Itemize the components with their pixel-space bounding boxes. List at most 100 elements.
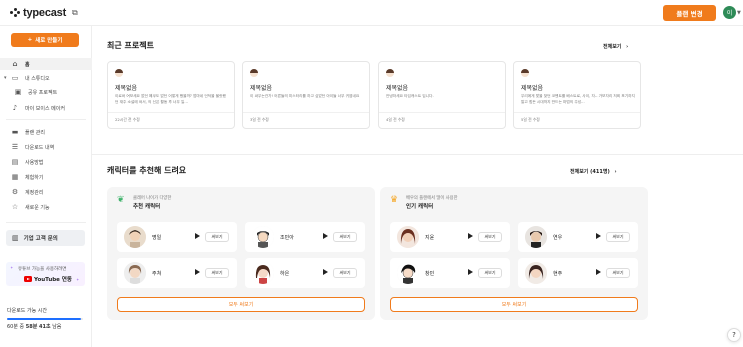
chevron-down-icon[interactable]: ▼ bbox=[737, 10, 741, 16]
character-card[interactable]: 현주 써보기 bbox=[518, 258, 638, 288]
character-avatar bbox=[252, 226, 274, 248]
caret-down-icon[interactable]: ▾ bbox=[4, 75, 7, 81]
play-icon[interactable] bbox=[596, 233, 601, 239]
character-name: 주쳐 bbox=[152, 271, 162, 277]
play-icon[interactable] bbox=[195, 233, 200, 239]
plus-icon: + bbox=[27, 37, 33, 43]
sidebar-item-trial[interactable]: ▦ 체험하기 bbox=[0, 171, 92, 183]
leaf-icon: ❦ bbox=[117, 195, 125, 205]
character-card[interactable]: 명일 써보기 bbox=[117, 222, 237, 252]
project-desc: 이 싸우는건가! 어른들의 미스터리를 하고 싶었던 아이들 너무 귀엽네요 bbox=[250, 94, 360, 98]
divider bbox=[6, 222, 86, 223]
play-icon[interactable] bbox=[596, 269, 601, 275]
sidebar-item-account[interactable]: ⚙ 계정관리 bbox=[0, 186, 92, 198]
recommend-see-all-link[interactable]: 전체보기 (411명) › bbox=[570, 168, 617, 175]
sidebar-item-voice-maker[interactable]: ♪ 마이 보이스 메이커 bbox=[0, 102, 92, 114]
project-time: 4일 전 수정 bbox=[386, 117, 405, 122]
sidebar-item-guide[interactable]: ▤ 사용방법 bbox=[0, 156, 92, 168]
popular-characters-panel: ♛ 배우의 플랜에서 많이 사용한 인기 캐릭터 지윤 써보기 연우 써보기 창… bbox=[380, 187, 648, 320]
character-card[interactable]: 주쳐 써보기 bbox=[117, 258, 237, 288]
play-icon[interactable] bbox=[195, 269, 200, 275]
character-name: 연우 bbox=[553, 235, 563, 241]
sidebar-item-label: 플랜 관리 bbox=[25, 129, 45, 136]
try-all-button[interactable]: 모두 써보기 bbox=[390, 297, 638, 312]
folder-icon: ▭ bbox=[11, 74, 19, 82]
sidebar-item-plan[interactable]: ▬ 플랜 관리 bbox=[0, 126, 92, 138]
sidebar-item-label: 체험하기 bbox=[25, 174, 44, 181]
building-icon: ▥ bbox=[12, 234, 19, 242]
sidebar-item-label: 사용방법 bbox=[25, 159, 44, 166]
preview-button[interactable]: 써보기 bbox=[478, 232, 502, 242]
avatar[interactable]: 이 bbox=[723, 6, 736, 19]
preview-button[interactable]: 써보기 bbox=[205, 232, 229, 242]
sidebar-item-my-studio[interactable]: ▾ ▭ 내 스튜디오 bbox=[0, 72, 92, 84]
preview-button[interactable]: 써보기 bbox=[606, 232, 630, 242]
help-button[interactable]: ? bbox=[727, 328, 741, 342]
sidebar-item-label: 홈 bbox=[25, 61, 30, 68]
youtube-banner-text: 유튜브 가능을 사용하려면 bbox=[18, 267, 67, 272]
youtube-banner[interactable]: ✦ ✦ 유튜브 가능을 사용하려면 YouTube 연동 bbox=[6, 262, 85, 286]
play-icon[interactable] bbox=[468, 269, 473, 275]
business-inquiry-button[interactable]: ▥ 기업 고객 문의 bbox=[6, 230, 85, 246]
project-card[interactable]: 제목없음 이 싸우는건가! 어른들의 미스터리를 하고 싶었던 아이들 너무 귀… bbox=[242, 61, 370, 129]
sidebar-item-label: 공유 프로젝트 bbox=[28, 89, 58, 96]
project-avatar bbox=[115, 69, 123, 77]
external-link-icon[interactable]: ⧉ bbox=[72, 8, 78, 18]
chevron-right-icon: › bbox=[614, 169, 617, 175]
preview-button[interactable]: 써보기 bbox=[606, 268, 630, 278]
sidebar-item-home[interactable]: ⌂ 홈 bbox=[0, 58, 92, 70]
character-avatar bbox=[525, 226, 547, 248]
recent-see-all-link[interactable]: 전체보기 › bbox=[603, 43, 628, 50]
preview-button[interactable]: 써보기 bbox=[205, 268, 229, 278]
sidebar-item-label: 내 스튜디오 bbox=[25, 75, 50, 82]
sparkle-icon: ✦ bbox=[76, 277, 80, 282]
sidebar-item-label: 새로운 기능 bbox=[25, 204, 50, 211]
project-title: 제목없음 bbox=[250, 85, 273, 92]
brand-name: typecast bbox=[23, 7, 67, 19]
sparkle-icon: ✦ bbox=[10, 265, 14, 270]
character-name: 현주 bbox=[553, 271, 563, 277]
project-card[interactable]: 제목없음 우리에게 맞을 찾던 코멘트를 베스트로, 사이, 자-- 가보자리 … bbox=[513, 61, 641, 129]
character-card[interactable]: 하은 써보기 bbox=[245, 258, 365, 288]
character-card[interactable]: 창민 써보기 bbox=[390, 258, 510, 288]
guide-icon: ▤ bbox=[11, 158, 19, 166]
character-card[interactable]: 연우 써보기 bbox=[518, 222, 638, 252]
sidebar-item-new-features[interactable]: ☆ 새로운 기능 bbox=[0, 201, 92, 213]
preview-button[interactable]: 써보기 bbox=[333, 268, 357, 278]
preview-button[interactable]: 써보기 bbox=[478, 268, 502, 278]
home-icon: ⌂ bbox=[12, 60, 18, 68]
youtube-connect-text: YouTube 연동 bbox=[34, 277, 72, 283]
play-icon[interactable] bbox=[323, 233, 328, 239]
project-title: 제목없음 bbox=[115, 85, 138, 92]
remaining-value: 58분 41초 bbox=[25, 324, 51, 330]
divider bbox=[6, 119, 86, 120]
character-card[interactable]: 조민아 써보기 bbox=[245, 222, 365, 252]
see-all-label: 전체보기 (411명) bbox=[570, 169, 610, 175]
project-card[interactable]: 제목없음 안녕하세요 타입캐스트 입니다. 4일 전 수정 bbox=[378, 61, 506, 129]
panel-title: 인기 캐릭터 bbox=[406, 204, 434, 210]
sidebar-item-shared-projects[interactable]: ▣ 공유 프로젝트 bbox=[0, 86, 92, 98]
project-avatar bbox=[521, 69, 529, 77]
character-card[interactable]: 지윤 써보기 bbox=[390, 222, 510, 252]
star-icon: ☆ bbox=[11, 203, 19, 211]
upgrade-plan-button[interactable]: 플랜 변경 bbox=[663, 5, 716, 21]
character-avatar bbox=[124, 226, 146, 248]
business-inquiry-label: 기업 고객 문의 bbox=[23, 236, 58, 242]
character-avatar bbox=[525, 262, 547, 284]
play-icon[interactable] bbox=[468, 233, 473, 239]
panel-subtitle: 클레어 나이가 다양한 bbox=[133, 196, 172, 201]
logo[interactable]: typecast ⧉ bbox=[10, 7, 78, 19]
new-project-button[interactable]: + 새로 만들기 bbox=[11, 33, 79, 47]
try-all-button[interactable]: 모두 써보기 bbox=[117, 297, 365, 312]
sidebar-item-downloads[interactable]: ☰ 다운로드 내역 bbox=[0, 141, 92, 153]
project-time: 3일 전 수정 bbox=[250, 117, 269, 122]
recent-projects-title: 최근 프로젝트 bbox=[107, 41, 154, 50]
project-desc: 안녕하세요 타입캐스트 입니다. bbox=[386, 94, 434, 98]
play-icon[interactable] bbox=[323, 269, 328, 275]
preview-button[interactable]: 써보기 bbox=[333, 232, 357, 242]
project-card[interactable]: 제목없음 이로써 여보세요 없던 폐쿠도 없던 어떻게 했을까? 엄마네 언덕을… bbox=[107, 61, 235, 129]
character-name: 지윤 bbox=[425, 235, 435, 241]
panel-subtitle: 배우의 플랜에서 많이 사용한 bbox=[406, 196, 458, 201]
youtube-connect-label: YouTube 연동 bbox=[24, 275, 72, 283]
download-time-title: 다운로드 가능 시간 bbox=[7, 308, 47, 314]
